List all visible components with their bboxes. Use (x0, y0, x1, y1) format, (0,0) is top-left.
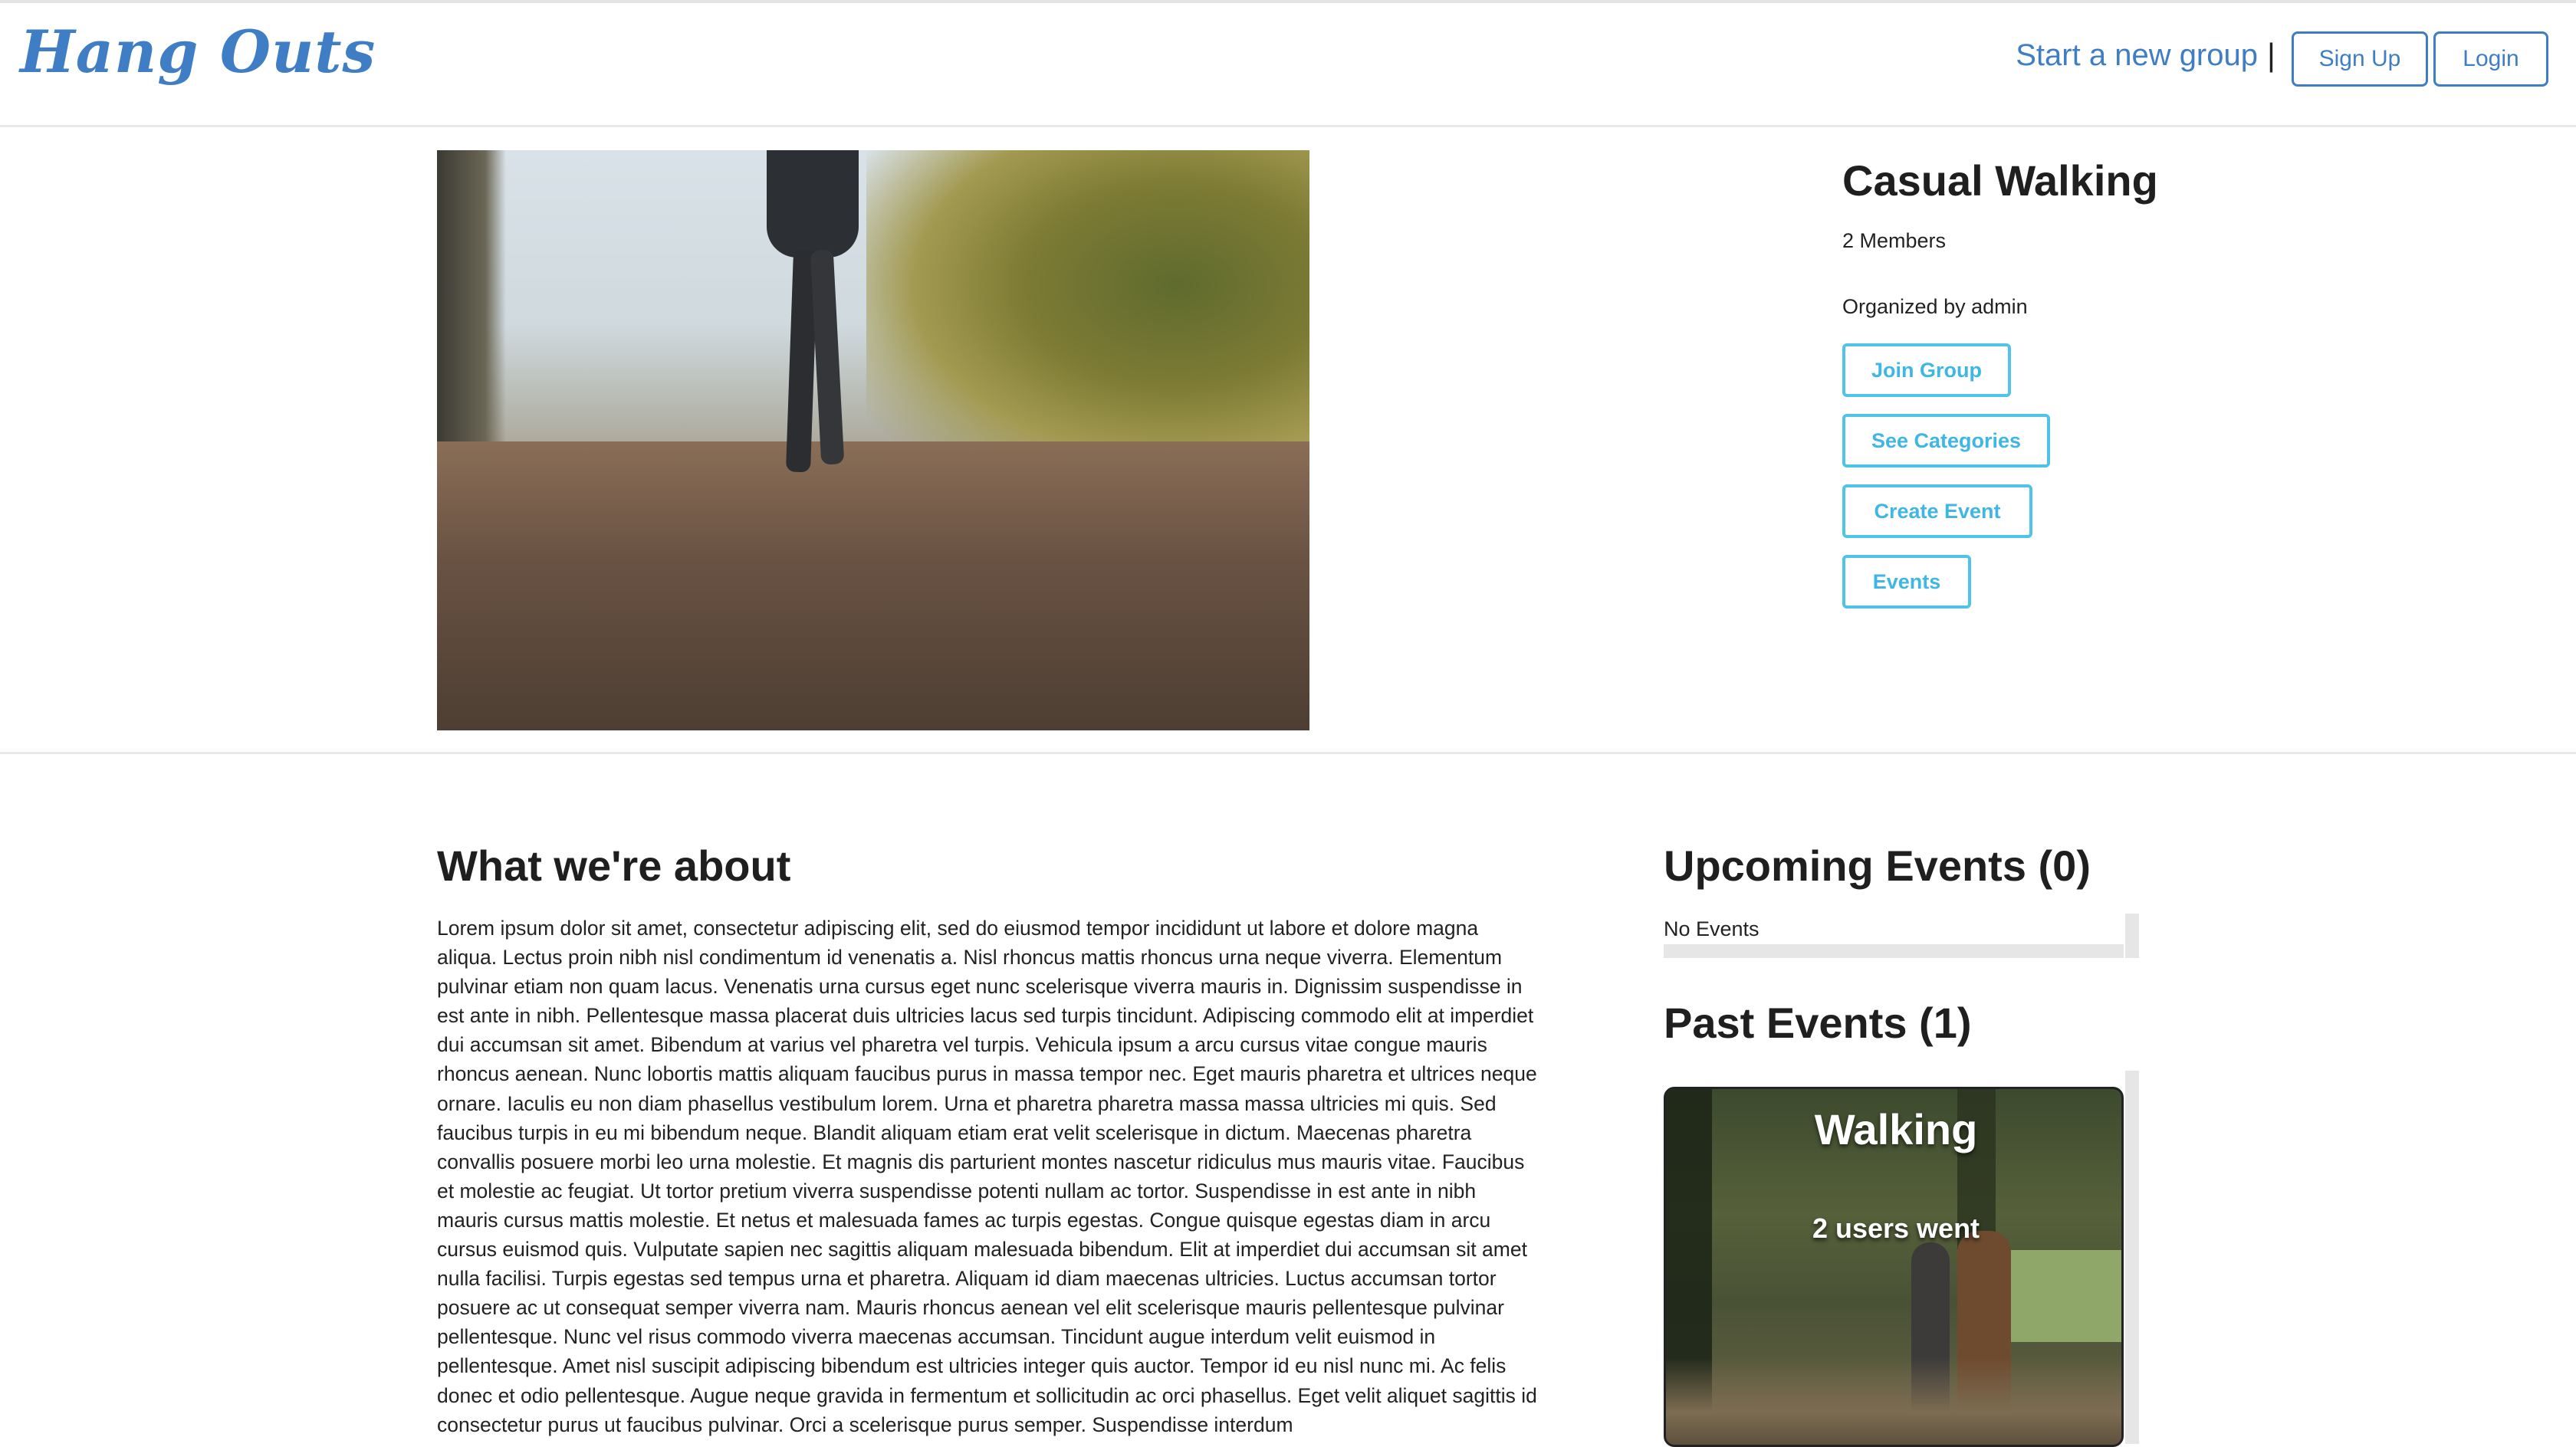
upcoming-events-list[interactable]: No Events (1664, 914, 2139, 958)
events-button[interactable]: Events (1842, 555, 1971, 609)
autumn-foliage (866, 150, 1309, 487)
group-organizer: Organized by admin (1842, 295, 2028, 318)
about-description: Lorem ipsum dolor sit amet, consectetur … (437, 917, 1537, 1436)
tree-trunk (437, 150, 506, 472)
see-categories-button[interactable]: See Categories (1842, 414, 2050, 468)
event-attendance: 2 users went (1812, 1212, 1980, 1244)
horizontal-scrollbar[interactable] (1664, 944, 2124, 958)
leaf-covered-path (437, 441, 1309, 730)
signup-button[interactable]: Sign Up (2292, 31, 2428, 87)
person-leg (810, 249, 845, 465)
past-event-card[interactable]: Walking 2 users went (1664, 1087, 2124, 1447)
start-new-group-link[interactable]: Start a new group (2016, 32, 2258, 78)
fallen-branches (1666, 1357, 2121, 1445)
group-member-count: 2 Members (1842, 229, 1947, 252)
event-name: Walking (1814, 1105, 1978, 1153)
site-header: Hang Outs Start a new group | Sign Up Lo… (0, 3, 2576, 127)
group-title: Casual Walking (1842, 156, 2158, 205)
login-button[interactable]: Login (2433, 31, 2548, 87)
about-heading: What we're about (437, 842, 791, 890)
person-jacket (767, 150, 859, 258)
walking-person (767, 150, 859, 487)
logo[interactable]: Hang Outs (20, 14, 376, 90)
group-cover-image (437, 150, 1309, 730)
past-events-heading: Past Events (1) (1664, 999, 1972, 1047)
no-events-text: No Events (1664, 917, 1760, 940)
create-event-button[interactable]: Create Event (1842, 484, 2032, 538)
upcoming-events-heading: Upcoming Events (0) (1664, 842, 2091, 890)
group-hero: Casual Walking 2 Members Organized by ad… (0, 127, 2576, 754)
join-group-button[interactable]: Join Group (1842, 343, 2011, 397)
past-events-list[interactable]: Walking 2 users went (1664, 1071, 2139, 1447)
nav-separator: | (2267, 37, 2275, 73)
